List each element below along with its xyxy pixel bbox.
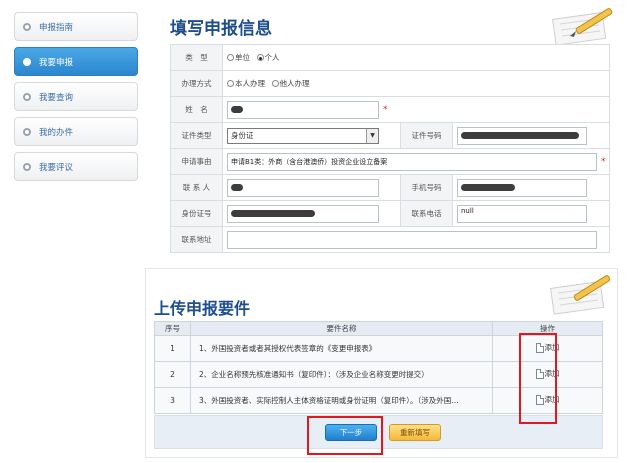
handling-label: 办理方式: [170, 70, 223, 97]
bullet-icon: [23, 58, 31, 66]
bullet-icon: [23, 93, 31, 101]
sidebar-item-review[interactable]: 我要评议: [14, 152, 138, 181]
sidebar-item-apply[interactable]: 我要申报: [14, 47, 138, 76]
handling-options: 本人办理 他人办理: [222, 70, 610, 97]
id-input[interactable]: [227, 204, 379, 223]
mobile-input[interactable]: [457, 178, 587, 197]
row-number: 2: [154, 361, 191, 388]
sidebar-item-label: 我要申报: [39, 57, 74, 68]
redacted-text: [461, 184, 515, 191]
requirement-name: 3、外国投资者、实际控制人主体资格证明或身份证明（复印件）。（涉及外国…: [190, 387, 493, 414]
address-input[interactable]: [227, 230, 597, 249]
required-mark: *: [383, 104, 388, 115]
reason-label: 申请事由: [170, 148, 223, 175]
chevron-down-icon: ▼: [366, 128, 378, 143]
type-radio-person[interactable]: [256, 54, 264, 61]
cert-type-value: 身份证: [231, 131, 254, 140]
requirement-name: 1、外国投资者或者其授权代表签章的《变更申报表》: [190, 335, 493, 362]
sidebar-item-label: 我要查询: [39, 92, 74, 103]
sidebar-item-label: 我的办件: [39, 127, 74, 138]
cert-type-select[interactable]: 身份证 ▼: [227, 127, 379, 144]
redacted-text: [461, 132, 579, 139]
cert-type-label: 证件类型: [170, 122, 223, 149]
row-number: 1: [154, 335, 191, 362]
name-label: 姓 名: [170, 96, 223, 123]
contact-input[interactable]: [227, 178, 379, 197]
sidebar-item-my-cases[interactable]: 我的办件: [14, 117, 138, 146]
sidebar-item-label: 我要评议: [39, 162, 74, 173]
type-radio-unit[interactable]: [227, 54, 234, 61]
row-number: 3: [154, 387, 191, 414]
highlight-box-next: [307, 416, 383, 455]
handling-option-label: 他人办理: [279, 79, 310, 88]
cert-no-label: 证件号码: [400, 122, 453, 149]
reset-button[interactable]: 重新填写: [389, 424, 441, 441]
redacted-text: [231, 210, 315, 217]
mobile-label: 手机号码: [400, 174, 453, 201]
handling-radio-other[interactable]: [271, 80, 279, 87]
type-option-label: 个人: [264, 53, 280, 62]
type-options: 单位 个人: [222, 44, 610, 71]
required-mark: *: [601, 156, 606, 167]
phone-input[interactable]: null: [457, 204, 587, 223]
sidebar-item-guide[interactable]: 申报指南: [14, 12, 138, 41]
redacted-text: [231, 184, 243, 191]
sidebar: 申报指南 我要申报 我要查询 我的办件 我要评议: [14, 12, 138, 187]
type-label: 类 型: [170, 44, 223, 71]
column-header: 要件名称: [190, 321, 493, 336]
cert-no-input[interactable]: [457, 126, 587, 145]
upload-title: 上传申报要件: [154, 299, 251, 318]
bullet-icon: [23, 163, 31, 171]
address-label: 联系地址: [170, 226, 223, 253]
requirement-name: 2、企业名称预先核准通知书（复印件）：（涉及企业名称变更时提交）: [190, 361, 493, 388]
notepad-pencil-icon: [551, 8, 613, 44]
redacted-text: [231, 106, 243, 113]
handling-option-label: 本人办理: [235, 79, 265, 88]
column-header: 序号: [154, 321, 191, 336]
application-form: 类 型 单位 个人 办理方式 本人办理 他人办理 姓 名 * 证件类型 身份证 ▼…: [170, 44, 610, 253]
handling-radio-self[interactable]: [227, 80, 234, 87]
id-label: 身份证号: [170, 200, 223, 227]
highlight-box-add: [519, 333, 557, 424]
name-input[interactable]: [227, 100, 379, 119]
type-option-label: 单位: [235, 53, 250, 62]
notepad-pencil-icon: [549, 275, 611, 315]
phone-label: 联系电话: [400, 200, 453, 227]
bullet-icon: [23, 128, 31, 136]
contact-label: 联 系 人: [170, 174, 223, 201]
form-title: 填写申报信息: [170, 19, 272, 39]
sidebar-item-label: 申报指南: [39, 22, 74, 33]
reason-input[interactable]: 申请B1类：外商（含台港澳侨）投资企业设立备案: [227, 152, 597, 171]
bullet-icon: [23, 23, 31, 31]
sidebar-item-query[interactable]: 我要查询: [14, 82, 138, 111]
